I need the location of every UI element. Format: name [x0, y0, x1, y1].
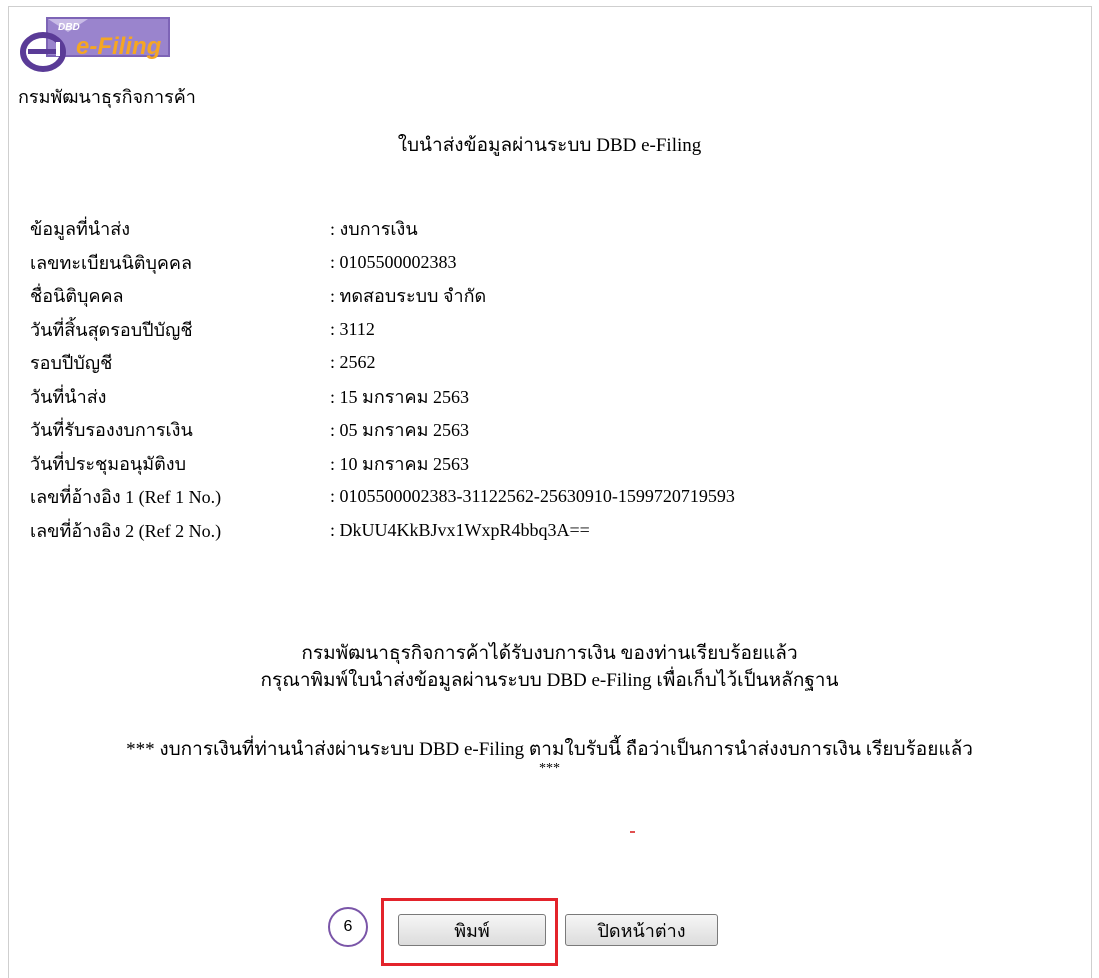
document-title: ใบนำส่งข้อมูลผ่านระบบ DBD e-Filing [397, 135, 702, 156]
field-row: วันที่รับรองงบการเงิน : 05 มกราคม 2563 [30, 413, 735, 447]
field-value: : 2562 [330, 352, 376, 373]
field-row: วันที่ประชุมอนุมัติงบ : 10 มกราคม 2563 [30, 447, 735, 481]
field-value: : 0105500002383-31122562-25630910-159972… [330, 486, 735, 507]
organization-name: กรมพัฒนาธุรกิจการค้า [18, 87, 196, 107]
field-label: วันที่นำส่ง [30, 386, 107, 407]
submission-details: ข้อมูลที่นำส่ง : งบการเงิน เลขทะเบียนนิต… [30, 212, 735, 547]
field-value: : 15 มกราคม 2563 [330, 386, 469, 407]
field-label: เลขทะเบียนนิติบุคคล [30, 252, 192, 273]
field-label: เลขที่อ้างอิง 1 (Ref 1 No.) [30, 487, 222, 508]
confirmation-line-2: กรุณาพิมพ์ใบนำส่งข้อมูลผ่านระบบ DBD e-Fi… [260, 670, 839, 691]
field-value: : 3112 [330, 318, 375, 339]
field-label: วันที่สิ้นสุดรอบปีบัญชี [30, 319, 193, 340]
field-row: เลขทะเบียนนิติบุคคล : 0105500002383 [30, 246, 735, 280]
field-value: : งบการเงิน [330, 219, 418, 240]
legal-note: *** งบการเงินที่ท่านนำส่งผ่านระบบ DBD e-… [0, 738, 1099, 776]
field-row: วันที่นำส่ง : 15 มกราคม 2563 [30, 380, 735, 414]
field-value: : 10 มกราคม 2563 [330, 453, 469, 474]
close-window-button[interactable]: ปิดหน้าต่าง [565, 914, 718, 946]
field-row: เลขที่อ้างอิง 1 (Ref 1 No.) : 0105500002… [30, 480, 735, 514]
field-value: : DkUU4KkBJvx1WxpR4bbq3A== [330, 519, 590, 540]
logo-efiling-text: e-Filing [76, 33, 162, 60]
field-row: เลขที่อ้างอิง 2 (Ref 2 No.) : DkUU4KkBJv… [30, 514, 735, 548]
print-button[interactable]: พิมพ์ [398, 914, 546, 946]
field-label: ชื่อนิติบุคคล [30, 286, 124, 307]
dbd-efiling-logo: DBD e-Filing [20, 17, 170, 72]
logo-dbd-text: DBD [58, 22, 80, 33]
step-number-badge: 6 [328, 907, 368, 947]
field-label: เลขที่อ้างอิง 2 (Ref 2 No.) [30, 520, 222, 541]
field-value: : 0105500002383 [330, 251, 457, 272]
field-value: : ทดสอบระบบ จำกัด [330, 286, 487, 307]
field-row: ข้อมูลที่นำส่ง : งบการเงิน [30, 212, 735, 246]
field-label: ข้อมูลที่นำส่ง [30, 219, 131, 240]
field-row: ชื่อนิติบุคคล : ทดสอบระบบ จำกัด [30, 279, 735, 313]
field-label: วันที่รับรองงบการเงิน [30, 420, 193, 441]
field-row: วันที่สิ้นสุดรอบปีบัญชี : 3112 [30, 313, 735, 347]
confirmation-line-1: กรมพัฒนาธุรกิจการค้าได้รับงบการเงิน ของท… [301, 643, 798, 664]
field-row: รอบปีบัญชี : 2562 [30, 346, 735, 380]
confirmation-message: กรมพัฒนาธุรกิจการค้าได้รับงบการเงิน ของท… [0, 640, 1099, 694]
field-label: วันที่ประชุมอนุมัติงบ [30, 453, 187, 474]
legal-note-line-1: *** งบการเงินที่ท่านนำส่งผ่านระบบ DBD e-… [126, 739, 973, 760]
field-value: : 05 มกราคม 2563 [330, 420, 469, 441]
field-label: รอบปีบัญชี [30, 353, 113, 374]
decorative-dot [630, 831, 635, 833]
legal-note-line-2: *** [539, 761, 560, 776]
